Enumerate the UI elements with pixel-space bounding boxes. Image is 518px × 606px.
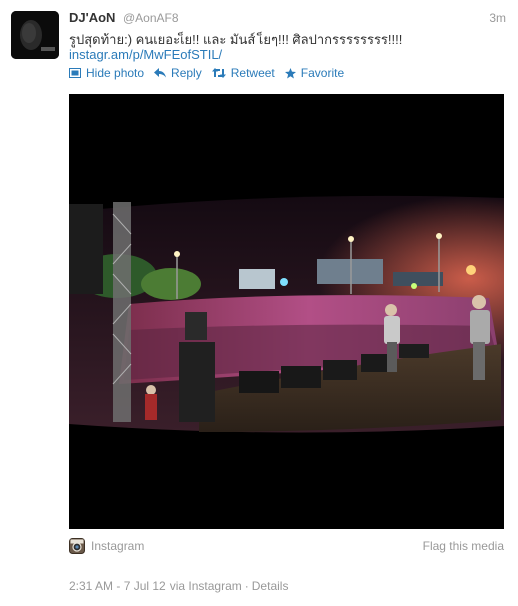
star-icon xyxy=(284,67,296,79)
tweet-timestamp[interactable]: 2:31 AM - 7 Jul 12 xyxy=(69,579,166,593)
instagram-icon xyxy=(69,538,85,554)
reply-button[interactable]: Reply xyxy=(154,66,202,80)
photo-icon xyxy=(69,68,81,78)
author-name[interactable]: DJ'AoN xyxy=(69,10,115,25)
retweet-label: Retweet xyxy=(230,66,275,80)
retweet-button[interactable]: Retweet xyxy=(211,66,275,80)
favorite-button[interactable]: Favorite xyxy=(284,66,345,80)
tweet-actions: Hide photo Reply Retweet Favorite xyxy=(69,65,354,81)
tweet-link[interactable]: instagr.am/p/MwFEofSTIL/ xyxy=(69,47,222,62)
media-source[interactable]: Instagram xyxy=(69,538,144,554)
reply-label: Reply xyxy=(171,66,202,80)
meta-separator: · xyxy=(244,579,249,593)
media-source-label: Instagram xyxy=(91,539,145,553)
via-client[interactable]: via Instagram xyxy=(170,579,242,593)
tweet-meta: 2:31 AM - 7 Jul 12 via Instagram · Detai… xyxy=(69,579,288,593)
media-source-row: Instagram Flag this media xyxy=(69,537,504,555)
reply-arrow-icon xyxy=(154,68,167,78)
hide-photo-label: Hide photo xyxy=(86,66,145,80)
retweet-icon xyxy=(211,68,226,78)
tweet-time[interactable]: 3m xyxy=(489,11,506,25)
author-handle[interactable]: @AonAF8 xyxy=(123,11,179,25)
details-link[interactable]: Details xyxy=(252,579,289,593)
hide-photo-button[interactable]: Hide photo xyxy=(69,66,144,80)
tweet-photo[interactable] xyxy=(69,94,504,529)
flag-media-link[interactable]: Flag this media xyxy=(423,539,504,553)
favorite-label: Favorite xyxy=(300,66,345,80)
avatar[interactable] xyxy=(11,11,59,59)
